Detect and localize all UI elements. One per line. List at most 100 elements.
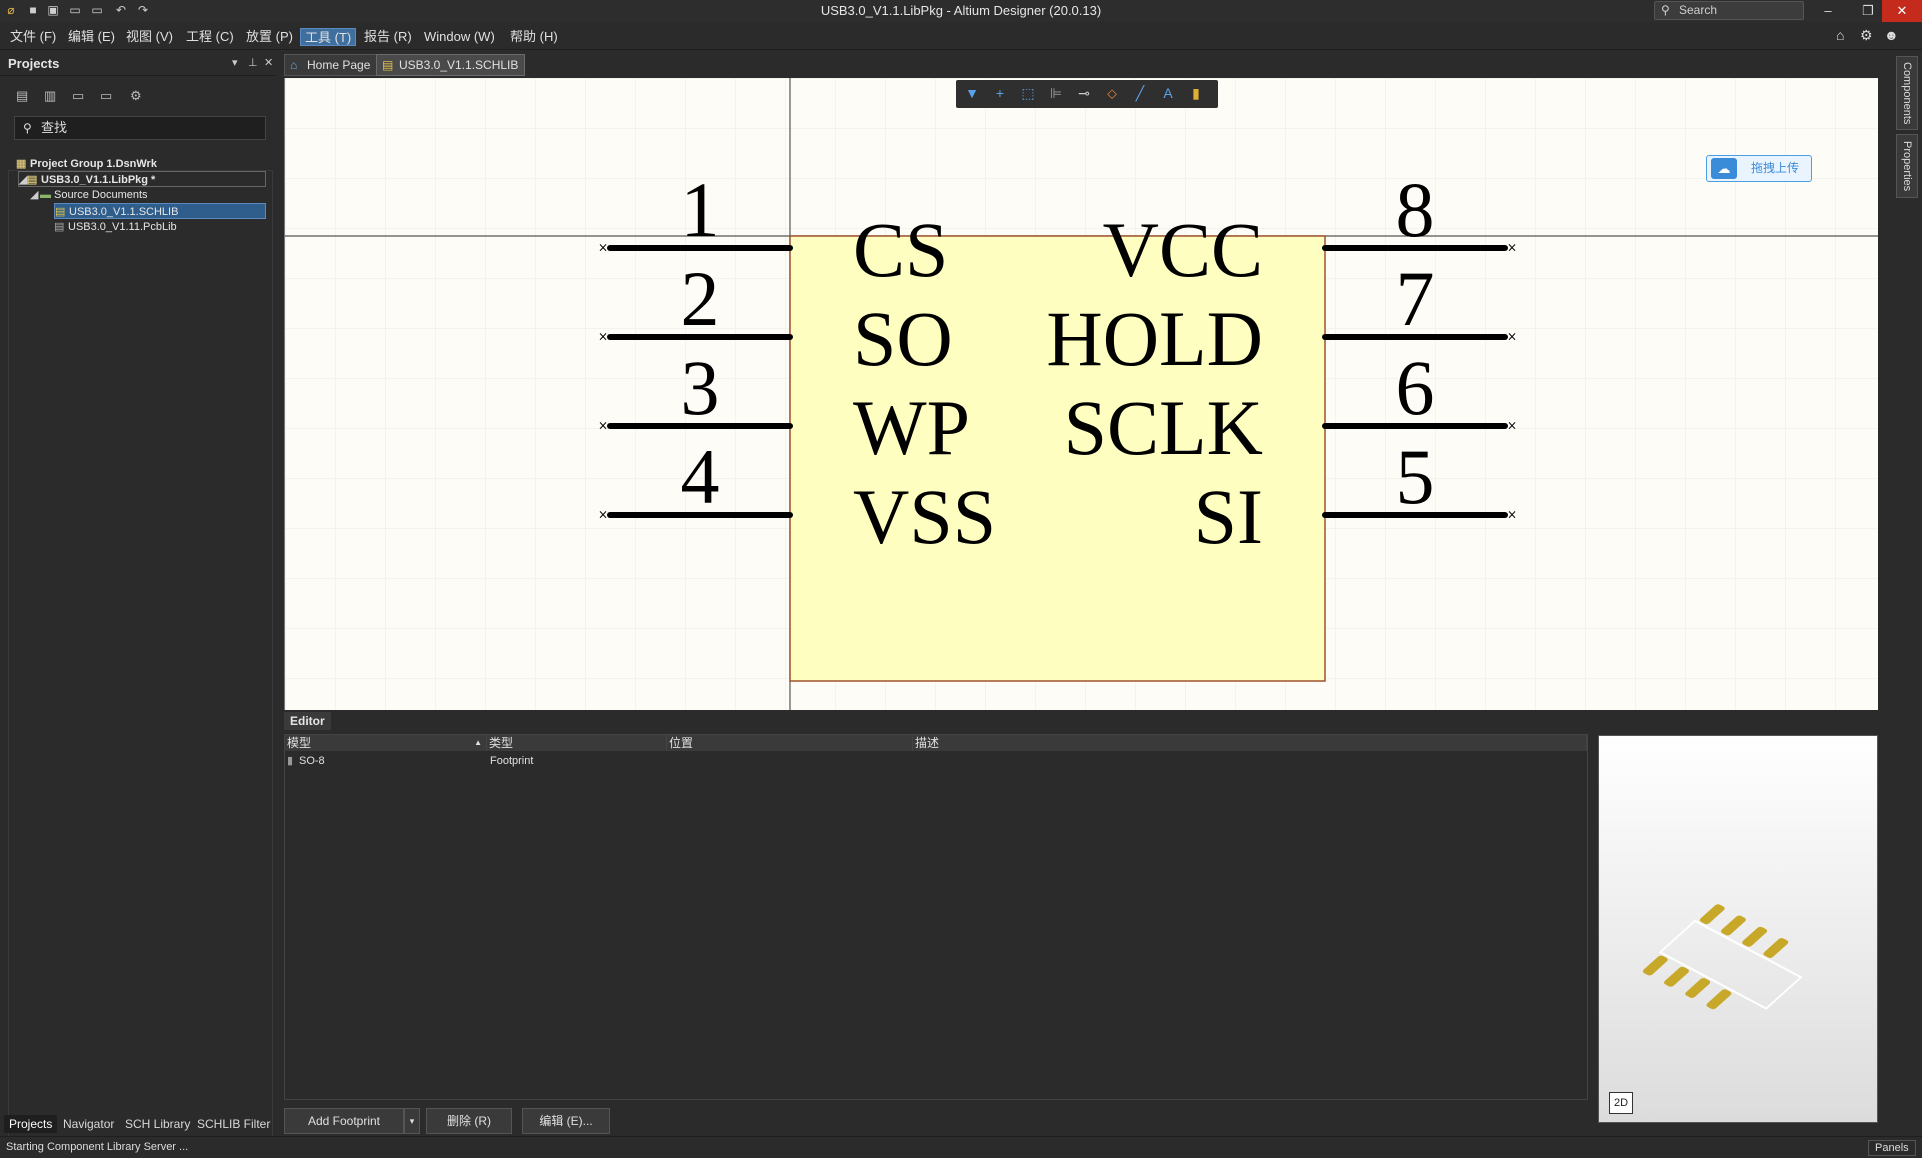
pin-name: HOLD (1046, 295, 1263, 382)
menu-file[interactable]: 文件 (F) (6, 28, 60, 46)
pin-hotspot: × (1507, 241, 1517, 255)
user-icon[interactable]: ☻ (1884, 27, 1899, 43)
pin-number: 6 (1396, 344, 1435, 431)
add-footprint-button[interactable]: Add Footprint (284, 1108, 404, 1134)
cloud-upload-icon: ☁ (1711, 158, 1737, 179)
menu-help[interactable]: 帮助 (H) (506, 28, 562, 46)
status-text: Starting Component Library Server ... (6, 1141, 189, 1153)
tree-item-libpkg[interactable]: ◢▤ USB3.0_V1.1.LibPkg * (18, 171, 266, 187)
column-header-description[interactable]: 描述 (913, 735, 1587, 751)
pin-name: SI (1194, 473, 1263, 560)
pin-hotspot: × (598, 508, 608, 522)
projects-panel-header: Projects ▾ ⊥ ✕ (0, 50, 276, 76)
upload-button[interactable]: ☁ 拖拽上传 (1706, 155, 1812, 182)
filter-icon[interactable]: ▼ (962, 85, 982, 103)
crosshair-icon[interactable]: + (990, 85, 1010, 103)
menu-project[interactable]: 工程 (C) (182, 28, 238, 46)
menu-edit[interactable]: 编辑 (E) (64, 28, 119, 46)
place-pin-icon[interactable]: ⊸ (1074, 85, 1094, 103)
view-mode-toggle[interactable]: 2D (1609, 1092, 1633, 1114)
search-icon: ⚲ (1661, 3, 1670, 17)
menu-bar: 文件 (F) 编辑 (E) 视图 (V) 工程 (C) 放置 (P) 工具 (T… (0, 22, 1922, 50)
pin-number: 1 (681, 166, 720, 253)
schlib-icon: ▤ (382, 58, 394, 72)
tree-item-workspace[interactable]: ▦ Project Group 1.DsnWrk (16, 156, 157, 172)
menu-window[interactable]: Window (W) (420, 28, 499, 46)
tree-item-label: USB3.0_V1.11.PcbLib (68, 221, 177, 233)
workspace-icon: ▦ (16, 158, 27, 170)
column-header-model[interactable]: 模型 ▲ (285, 735, 487, 751)
projects-search-input[interactable]: ⚲ 查找 (14, 116, 266, 140)
edit-button[interactable]: 编辑 (E)... (522, 1108, 610, 1134)
place-text-icon[interactable]: A (1158, 85, 1178, 103)
panels-button[interactable]: Panels (1868, 1140, 1916, 1156)
pin-hotspot: × (1507, 330, 1517, 344)
tab-sch-library[interactable]: SCH Library (120, 1115, 195, 1133)
projects-panel: Projects ▾ ⊥ ✕ ▤ ▥ ▭ ▭ ⚙ ⚲ 查找 ▦ Project G… (0, 50, 276, 1158)
menu-place[interactable]: 放置 (P) (242, 28, 297, 46)
pin-number: 8 (1396, 166, 1435, 253)
schematic-canvas[interactable]: × 1 CS × 2 SO × 3 WP × 4 VSS × 8 VCC × 7 HOLD × 6 SCLK × 5 SI (284, 78, 1878, 710)
tree-item-schlib[interactable]: ▤ USB3.0_V1.1.SCHLIB (54, 203, 266, 219)
cell-type: Footprint (490, 755, 534, 767)
right-panel-strip: Components Properties (1892, 50, 1922, 1136)
tab-label: Home Page (307, 58, 371, 72)
tab-components[interactable]: Components (1896, 56, 1918, 130)
select-rect-icon[interactable]: ⬚ (1018, 85, 1038, 103)
tab-navigator[interactable]: Navigator (58, 1115, 119, 1133)
tree-item-pcblib[interactable]: ▤ USB3.0_V1.11.PcbLib (54, 219, 177, 235)
pin-name: SO (853, 295, 953, 382)
delete-button[interactable]: 删除 (R) (426, 1108, 512, 1134)
pin-number: 3 (681, 344, 720, 431)
pin-icon[interactable]: ⊥ (248, 56, 258, 69)
column-header-location[interactable]: 位置 (667, 735, 913, 751)
status-bar: Starting Component Library Server ... Pa… (0, 1136, 1922, 1158)
open-folder-icon[interactable]: ▭ (72, 88, 90, 104)
menu-tools[interactable]: 工具 (T) (300, 28, 357, 46)
pin-name: SCLK (1064, 384, 1263, 471)
project-tree (8, 170, 273, 1158)
menu-reports[interactable]: 报告 (R) (360, 28, 416, 46)
pin-hotspot: × (598, 419, 608, 433)
close-icon[interactable]: ✕ (264, 56, 273, 69)
window-title: USB3.0_V1.1.LibPkg - Altium Designer (20… (820, 3, 1102, 18)
tree-item-source-documents[interactable]: ◢ ▬ Source Documents (30, 187, 148, 203)
tab-schlib-filter[interactable]: SCHLIB Filter (192, 1115, 275, 1133)
panel-tab-strip: Projects Navigator SCH Library SCHLIB Fi… (0, 1112, 276, 1134)
sort-asc-icon: ▲ (474, 738, 482, 747)
home-icon[interactable]: ⌂ (1836, 27, 1844, 43)
editor-header: Editor (284, 712, 1878, 732)
place-ieee-icon[interactable]: ⬦ (1102, 85, 1122, 103)
align-icon[interactable]: ⊫ (1046, 85, 1066, 103)
pcblib-icon: ▤ (54, 221, 65, 233)
tab-schlib[interactable]: ▤ USB3.0_V1.1.SCHLIB (376, 54, 526, 76)
save-icon[interactable]: ▤ (16, 88, 34, 104)
gear-icon[interactable]: ⚙ (1860, 27, 1873, 44)
close-button[interactable]: ✕ (1882, 0, 1922, 22)
pin-hotspot: × (598, 241, 608, 255)
minimize-button[interactable]: – (1808, 0, 1848, 22)
tree-item-label: USB3.0_V1.1.SCHLIB (69, 206, 179, 218)
column-header-type[interactable]: 类型 (487, 735, 667, 751)
tab-projects[interactable]: Projects (4, 1115, 58, 1133)
menu-view[interactable]: 视图 (V) (122, 28, 177, 46)
table-row[interactable]: ▮ SO-8 Footprint (285, 753, 1587, 769)
pin-number: 5 (1396, 433, 1435, 520)
pin-hotspot: × (598, 330, 608, 344)
add-project-icon[interactable]: ▭ (100, 88, 118, 104)
global-search-input[interactable]: ⚲ Search (1654, 1, 1804, 20)
save-all-icon[interactable]: ▥ (44, 88, 62, 104)
pin-hotspot: × (1507, 508, 1517, 522)
panel-menu-icon[interactable]: ▾ (232, 56, 238, 69)
search-icon: ⚲ (23, 121, 32, 135)
tab-home-page[interactable]: ⌂ Home Page (284, 54, 378, 76)
settings-icon[interactable]: ⚙ (130, 88, 148, 104)
footprint-preview[interactable]: 2D (1598, 735, 1878, 1123)
tab-label: USB3.0_V1.1.SCHLIB (399, 58, 519, 72)
document-tabs: ⌂ Home Page ▤ USB3.0_V1.1.SCHLIB (282, 50, 1882, 78)
place-line-icon[interactable]: ╱ (1130, 85, 1150, 103)
tab-properties[interactable]: Properties (1896, 134, 1918, 198)
title-bar: ⌀ ■ ▣ ▭ ▭ ↶ ↷ USB3.0_V1.1.LibPkg - Altiu… (0, 0, 1922, 22)
place-component-icon[interactable]: ▮ (1186, 85, 1206, 103)
add-dropdown-button[interactable]: ▾ (404, 1108, 420, 1134)
